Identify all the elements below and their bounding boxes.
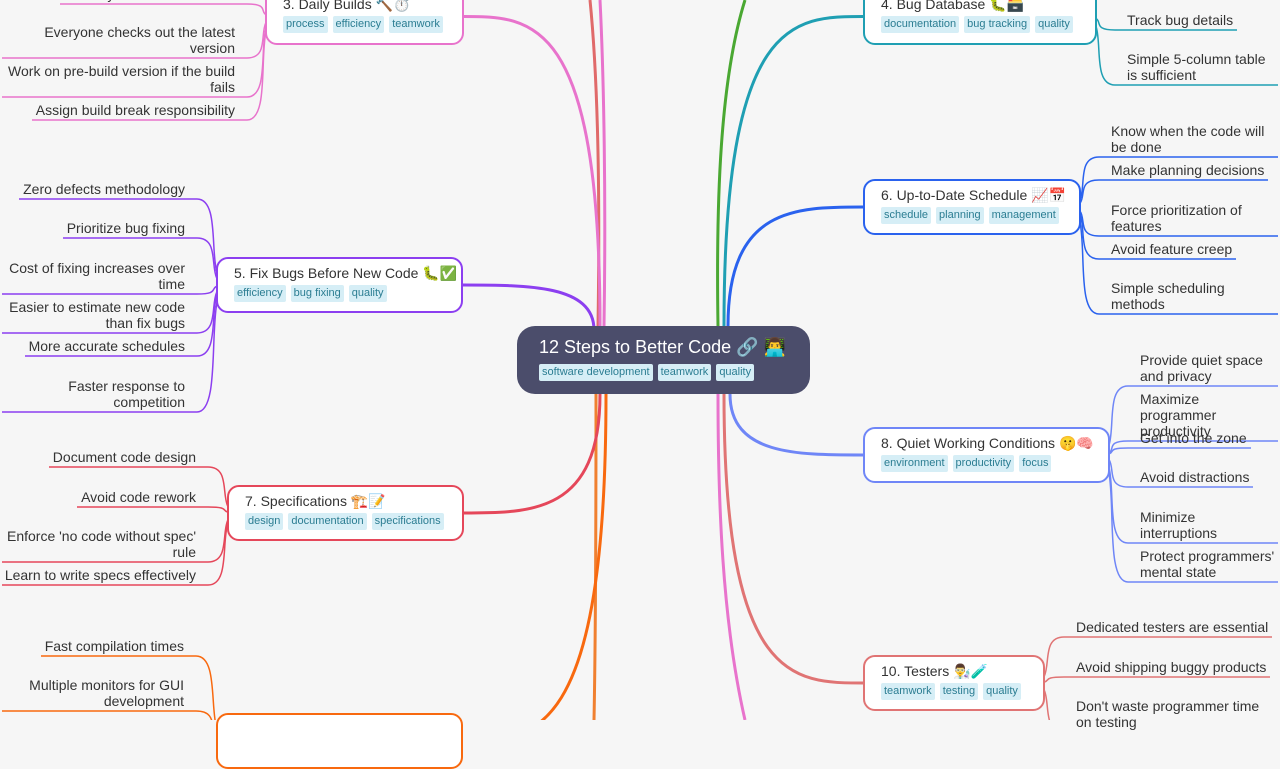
tag: testing — [939, 683, 979, 700]
branch-tags: efficiency bug fixing quality — [234, 285, 445, 302]
leaf-connector — [77, 506, 240, 514]
branch-title: 3. Daily Builds 🔨⏱️ — [283, 0, 411, 12]
leaf-item[interactable]: Enforce 'no code without spec' rule — [4, 528, 196, 560]
tag: teamwork — [657, 364, 712, 381]
branch-connector — [463, 393, 602, 515]
leaf-item[interactable]: Force prioritization of features — [1111, 202, 1276, 234]
leaf-connector — [1097, 447, 1251, 456]
leaf-item[interactable]: Fast compilation times — [45, 638, 184, 654]
branch-connector — [722, 15, 864, 327]
tag: management — [988, 207, 1059, 224]
leaf-item[interactable]: Faster response to competition — [4, 378, 185, 410]
tag: quality — [983, 683, 1021, 700]
tag: teamwork — [881, 683, 935, 700]
leaf-item[interactable]: Easier to estimate new code than fix bug… — [4, 299, 185, 331]
tag: documentation — [288, 513, 367, 530]
leaf-item[interactable]: Provide quiet space and privacy — [1140, 352, 1276, 384]
branch-node-daily-builds[interactable]: 3. Daily Builds 🔨⏱️ process efficiency team… — [265, 0, 464, 45]
tag: documentation — [881, 16, 960, 33]
leaf-item[interactable]: Cost of fixing increases over time — [4, 260, 185, 292]
leaf-item[interactable]: Multiple monitors for GUI development — [4, 677, 184, 709]
leaf-item[interactable]: Don't waste programmer time on testing — [1076, 698, 1276, 730]
branch-connector — [722, 393, 864, 685]
tag: design — [245, 513, 284, 530]
branch-connector — [463, 15, 602, 327]
tag: software development — [539, 364, 653, 381]
branch-connector — [462, 283, 596, 331]
leaf-item[interactable]: Zero defects methodology — [23, 181, 185, 197]
tag: efficiency — [234, 285, 286, 302]
branch-node-bug-database[interactable]: 4. Bug Database 🐛🗃️ documentation bug trac… — [863, 0, 1097, 45]
branch-node-tools[interactable] — [216, 713, 463, 769]
branch-connector — [728, 393, 864, 457]
leaf-connector — [2, 710, 213, 720]
leaf-item[interactable]: Assign build break responsibility — [36, 102, 235, 118]
leaf-item[interactable]: Avoid code rework — [81, 489, 196, 505]
leaf-item[interactable]: Avoid distractions — [1140, 469, 1249, 485]
tag: quality — [716, 364, 755, 381]
tag: planning — [936, 207, 984, 224]
tag: bug fixing — [290, 285, 344, 302]
branch-node-testers[interactable]: 10. Testers 👨‍🔬🧪 teamwork testing quality — [863, 655, 1045, 711]
tag: efficiency — [332, 16, 385, 33]
branch-node-specifications[interactable]: 7. Specifications 🏗️📝 design documentation… — [227, 485, 464, 541]
branch-tags: process efficiency teamwork — [283, 16, 446, 33]
tag: process — [283, 16, 328, 33]
leaf-item[interactable]: Do daily builds at a set time — [64, 0, 235, 2]
leaf-item[interactable]: Minimize interruptions — [1140, 509, 1276, 541]
branch-tags: teamwork testing quality — [881, 683, 1027, 700]
branch-node-fix-bugs[interactable]: 5. Fix Bugs Before New Code 🐛✅ efficiency… — [216, 257, 463, 313]
branch-title: 5. Fix Bugs Before New Code 🐛✅ — [234, 265, 458, 281]
tag: productivity — [952, 455, 1015, 472]
branch-title: 10. Testers 👨‍🔬🧪 — [881, 663, 988, 679]
leaf-item[interactable]: Protect programmers' mental state — [1140, 548, 1276, 580]
tag: bug tracking — [964, 16, 1031, 33]
branch-tags: schedule planning management — [881, 207, 1063, 224]
branch-connector — [540, 393, 608, 720]
leaf-item[interactable]: More accurate schedules — [29, 338, 185, 354]
branch-tags: documentation bug tracking quality — [881, 16, 1079, 33]
tag: teamwork — [389, 16, 443, 33]
leaf-item[interactable]: Dedicated testers are essential — [1076, 619, 1268, 635]
tag: quality — [1035, 16, 1073, 33]
leaf-item[interactable]: Everyone checks out the latest version — [4, 24, 235, 56]
branch-title: 6. Up-to-Date Schedule 📈📅 — [881, 187, 1067, 203]
root-node[interactable]: 12 Steps to Better Code 🔗 👨‍💻 software d… — [517, 326, 810, 394]
tag: focus — [1019, 455, 1052, 472]
leaf-item[interactable]: Simple 5-column table is sufficient — [1127, 51, 1276, 83]
branch-node-schedule[interactable]: 6. Up-to-Date Schedule 📈📅 schedule plannin… — [863, 179, 1081, 235]
leaf-item[interactable]: Learn to write specs effectively — [5, 567, 196, 583]
branch-tags: environment productivity focus — [881, 455, 1092, 472]
leaf-item[interactable]: Work on pre-build version if the build f… — [4, 63, 235, 95]
branch-title: 4. Bug Database 🐛🗃️ — [881, 0, 1025, 12]
tag: specifications — [371, 513, 444, 530]
branch-tags: design documentation specifications — [245, 513, 446, 530]
leaf-item[interactable]: Prioritize bug fixing — [67, 220, 185, 236]
trunk-connector — [716, 0, 747, 327]
leaf-item[interactable]: Document code design — [53, 449, 196, 465]
leaf-connector — [60, 3, 278, 18]
leaf-item[interactable]: Avoid shipping buggy products — [1076, 659, 1266, 675]
leaf-connector — [1032, 676, 1270, 684]
branch-connector — [726, 205, 864, 327]
branch-title: 8. Quiet Working Conditions 🤫🧠 — [881, 435, 1094, 451]
tag: quality — [348, 285, 387, 302]
leaf-item[interactable]: Track bug details — [1127, 12, 1233, 28]
branch-title: 7. Specifications 🏗️📝 — [245, 493, 386, 509]
tag: environment — [881, 455, 948, 472]
branch-node-quiet[interactable]: 8. Quiet Working Conditions 🤫🧠 environmen… — [863, 427, 1110, 483]
root-title: 12 Steps to Better Code 🔗 👨‍💻 — [539, 337, 786, 357]
leaf-item[interactable]: Get into the zone — [1140, 430, 1247, 446]
leaf-item[interactable]: Avoid feature creep — [1111, 241, 1232, 257]
tag: schedule — [881, 207, 932, 224]
leaf-item[interactable]: Simple scheduling methods — [1111, 280, 1276, 312]
root-tags: software development teamwork quality — [539, 364, 788, 381]
trunk-connector — [716, 393, 747, 720]
leaf-item[interactable]: Make planning decisions — [1111, 162, 1264, 178]
leaf-item[interactable]: Know when the code will be done — [1111, 123, 1276, 155]
